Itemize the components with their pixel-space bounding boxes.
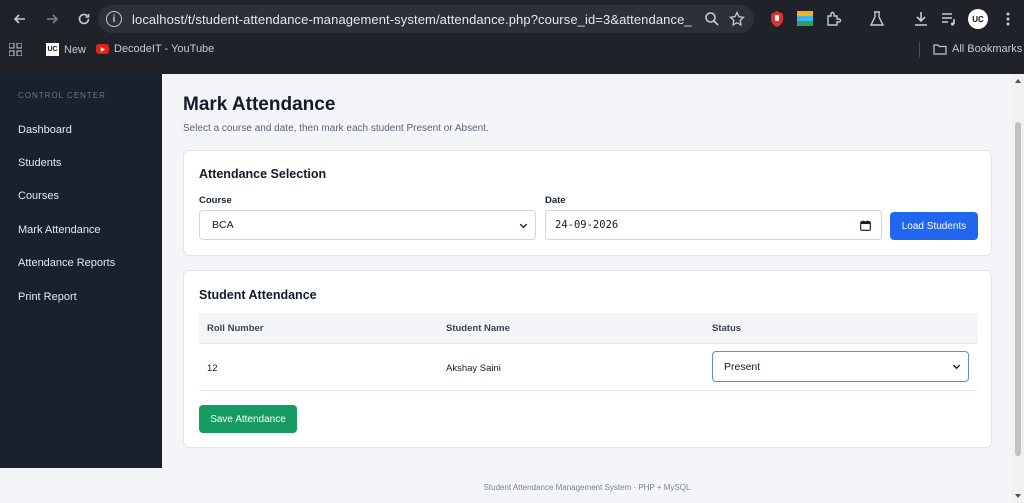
download-icon[interactable] (912, 10, 930, 28)
extension-color-icon[interactable] (796, 10, 814, 28)
course-select-value: BCA (212, 219, 234, 231)
scroll-thumb[interactable] (1015, 122, 1021, 456)
sidebar-item-courses[interactable]: Courses (0, 180, 162, 213)
chevron-down-icon (519, 223, 528, 229)
bookmark-label: DecodeIT - YouTube (114, 43, 215, 55)
save-attendance-button[interactable]: Save Attendance (199, 405, 297, 433)
date-label: Date (545, 195, 566, 206)
site-info-icon[interactable]: i (106, 11, 122, 27)
column-header-status: Status (712, 323, 742, 334)
forward-button[interactable] (38, 5, 66, 33)
url-text: localhost/t/student-attendance-managemen… (132, 11, 692, 27)
bookmark-label: New (64, 43, 87, 56)
sidebar-item-print-report[interactable]: Print Report (0, 280, 162, 313)
page-footer: Student Attendance Management System · P… (162, 468, 1012, 503)
table-row: 12 Akshay Saini Present (199, 344, 978, 391)
bookmarks-bar: UC New DecodeIT - YouTube All Bookmarks (0, 38, 1024, 62)
apps-grid-icon[interactable] (9, 43, 22, 56)
status-select-value: Present (724, 360, 761, 373)
media-queue-icon[interactable] (940, 10, 958, 28)
page-subtitle: Select a course and date, then mark each… (183, 123, 489, 134)
student-name-cell: Akshay Saini (446, 363, 501, 374)
reload-button[interactable] (70, 5, 98, 33)
back-button[interactable] (6, 5, 34, 33)
column-header-roll: Roll Number (207, 323, 264, 334)
load-students-button[interactable]: Load Students (890, 212, 978, 240)
folder-icon (933, 44, 947, 55)
date-input-value: 24-09-2026 (555, 219, 619, 231)
page-title: Mark Attendance (183, 94, 336, 115)
bookmark-decodeit[interactable]: DecodeIT - YouTube (96, 43, 214, 55)
sidebar-item-dashboard[interactable]: Dashboard (0, 113, 162, 146)
column-header-name: Student Name (446, 323, 510, 334)
course-select[interactable]: BCA (199, 210, 536, 240)
sidebar-item-students[interactable]: Students (0, 146, 162, 179)
extensions-puzzle-icon[interactable] (825, 10, 843, 28)
all-bookmarks-label: All Bookmarks (952, 43, 1023, 55)
star-icon[interactable] (729, 11, 745, 27)
profile-avatar[interactable]: UC (968, 9, 988, 29)
scroll-up-icon[interactable] (1015, 78, 1021, 84)
main-content: Mark Attendance Select a course and date… (162, 74, 1012, 468)
student-attendance-card: Student Attendance Roll Number Student N… (183, 270, 992, 448)
sidebar: CONTROL CENTER Dashboard Students Course… (0, 74, 162, 468)
calendar-icon[interactable] (860, 220, 871, 231)
browser-toolbar: i localhost/t/student-attendance-managem… (0, 0, 1024, 38)
bookmark-new[interactable]: UC New (46, 43, 86, 56)
youtube-icon (96, 44, 109, 54)
roll-number-cell: 12 (207, 363, 218, 374)
reload-icon (78, 13, 90, 25)
sidebar-item-attendance-reports[interactable]: Attendance Reports (0, 247, 162, 280)
kebab-menu-icon[interactable] (999, 10, 1017, 28)
date-input[interactable]: 24-09-2026 (545, 210, 882, 240)
table-header: Roll Number Student Name Status (199, 313, 978, 344)
card-title: Attendance Selection (199, 167, 327, 181)
sidebar-heading: CONTROL CENTER (18, 91, 106, 100)
bookmark-divider (919, 41, 920, 57)
extension-red-icon[interactable] (768, 10, 786, 28)
arrow-left-icon (13, 14, 25, 24)
address-bar[interactable]: i localhost/t/student-attendance-managem… (98, 5, 754, 33)
card-title: Student Attendance (199, 288, 317, 302)
browser-divider (0, 62, 1024, 74)
scroll-down-icon[interactable] (1015, 493, 1021, 499)
sidebar-item-mark-attendance[interactable]: Mark Attendance (0, 213, 162, 246)
status-select[interactable]: Present (712, 351, 969, 382)
all-bookmarks[interactable]: All Bookmarks (933, 43, 1022, 55)
zoom-icon[interactable] (704, 11, 720, 27)
chevron-down-icon (952, 364, 961, 370)
arrow-right-icon (47, 14, 59, 24)
labs-flask-icon[interactable] (868, 10, 886, 28)
course-label: Course (199, 195, 232, 206)
uc-icon: UC (46, 43, 59, 56)
page-scrollbar[interactable] (1012, 74, 1024, 503)
attendance-selection-card: Attendance Selection Course BCA Date 24-… (183, 150, 992, 256)
